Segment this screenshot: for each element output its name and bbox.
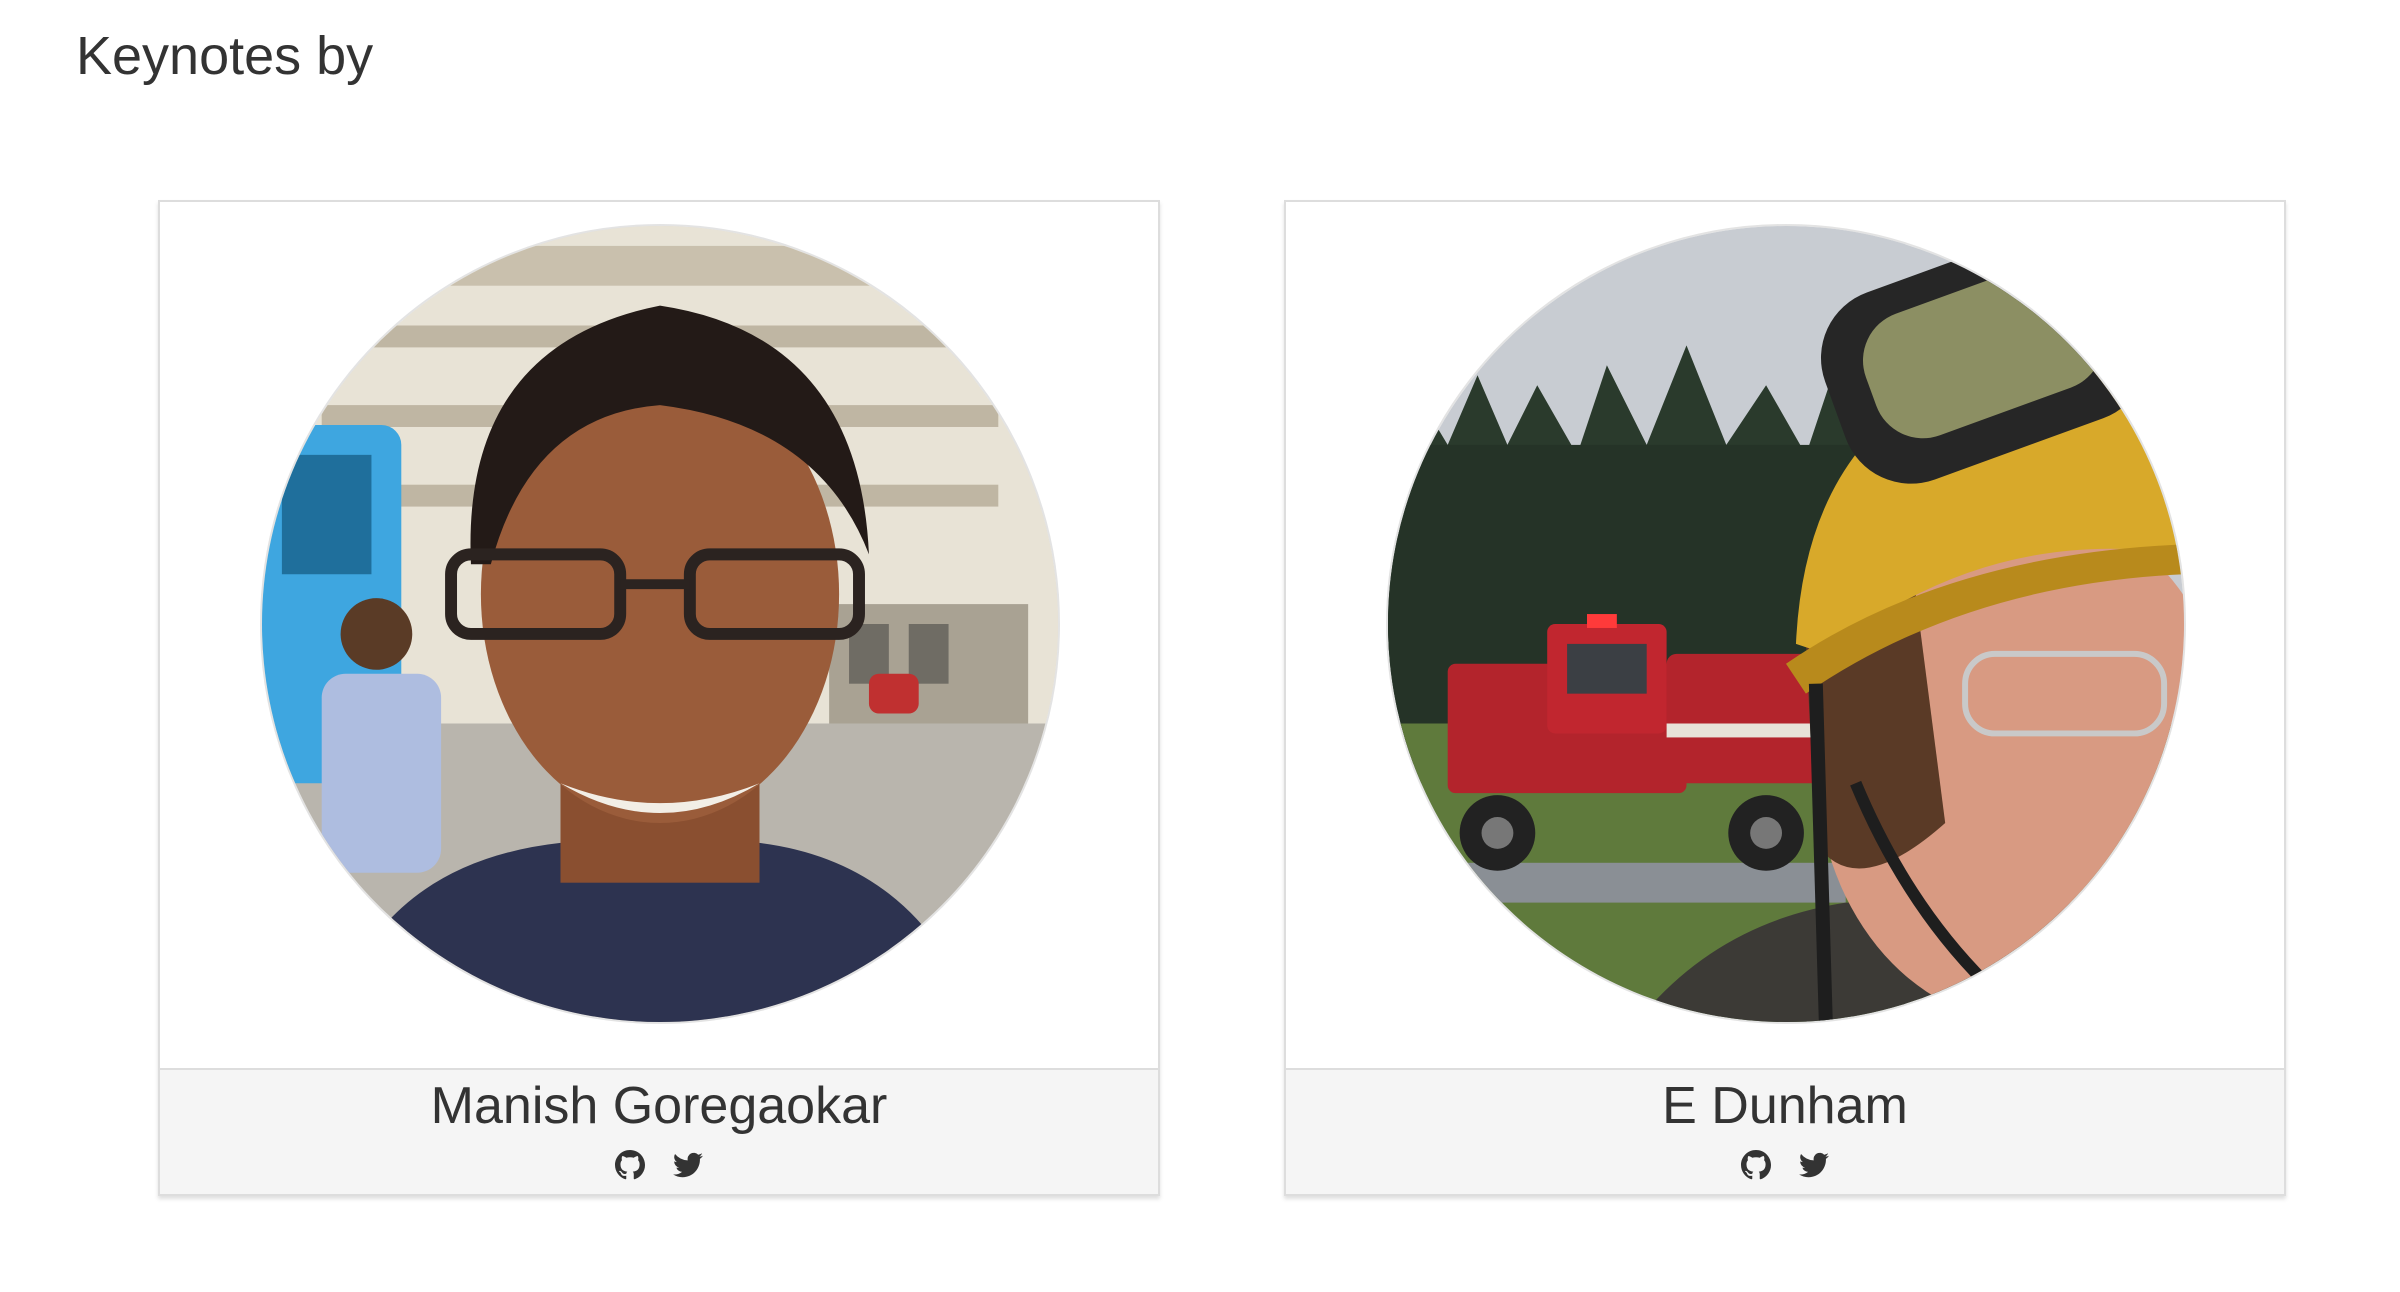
speaker-photo (1386, 224, 2186, 1024)
github-icon[interactable] (1741, 1150, 1771, 1180)
speaker-card-footer: Manish Goregaokar (160, 1068, 1158, 1194)
keynotes-page: Keynotes by Manish Goregaokar E Dunham (0, 0, 2400, 1292)
github-icon[interactable] (615, 1150, 645, 1180)
speaker-photo-area (1286, 202, 2284, 1068)
speaker-name: Manish Goregaokar (430, 1077, 888, 1135)
social-links (1286, 1150, 2284, 1180)
social-links (160, 1150, 1158, 1180)
speaker-photo (260, 224, 1060, 1024)
twitter-icon[interactable] (673, 1150, 703, 1180)
speaker-card-footer: E Dunham (1286, 1068, 2284, 1194)
twitter-icon[interactable] (1799, 1150, 1829, 1180)
speaker-name: E Dunham (1662, 1077, 1908, 1135)
speaker-card: Manish Goregaokar (158, 200, 1160, 1196)
section-title: Keynotes by (76, 26, 374, 86)
speaker-card: E Dunham (1284, 200, 2286, 1196)
speaker-photo-area (160, 202, 1158, 1068)
